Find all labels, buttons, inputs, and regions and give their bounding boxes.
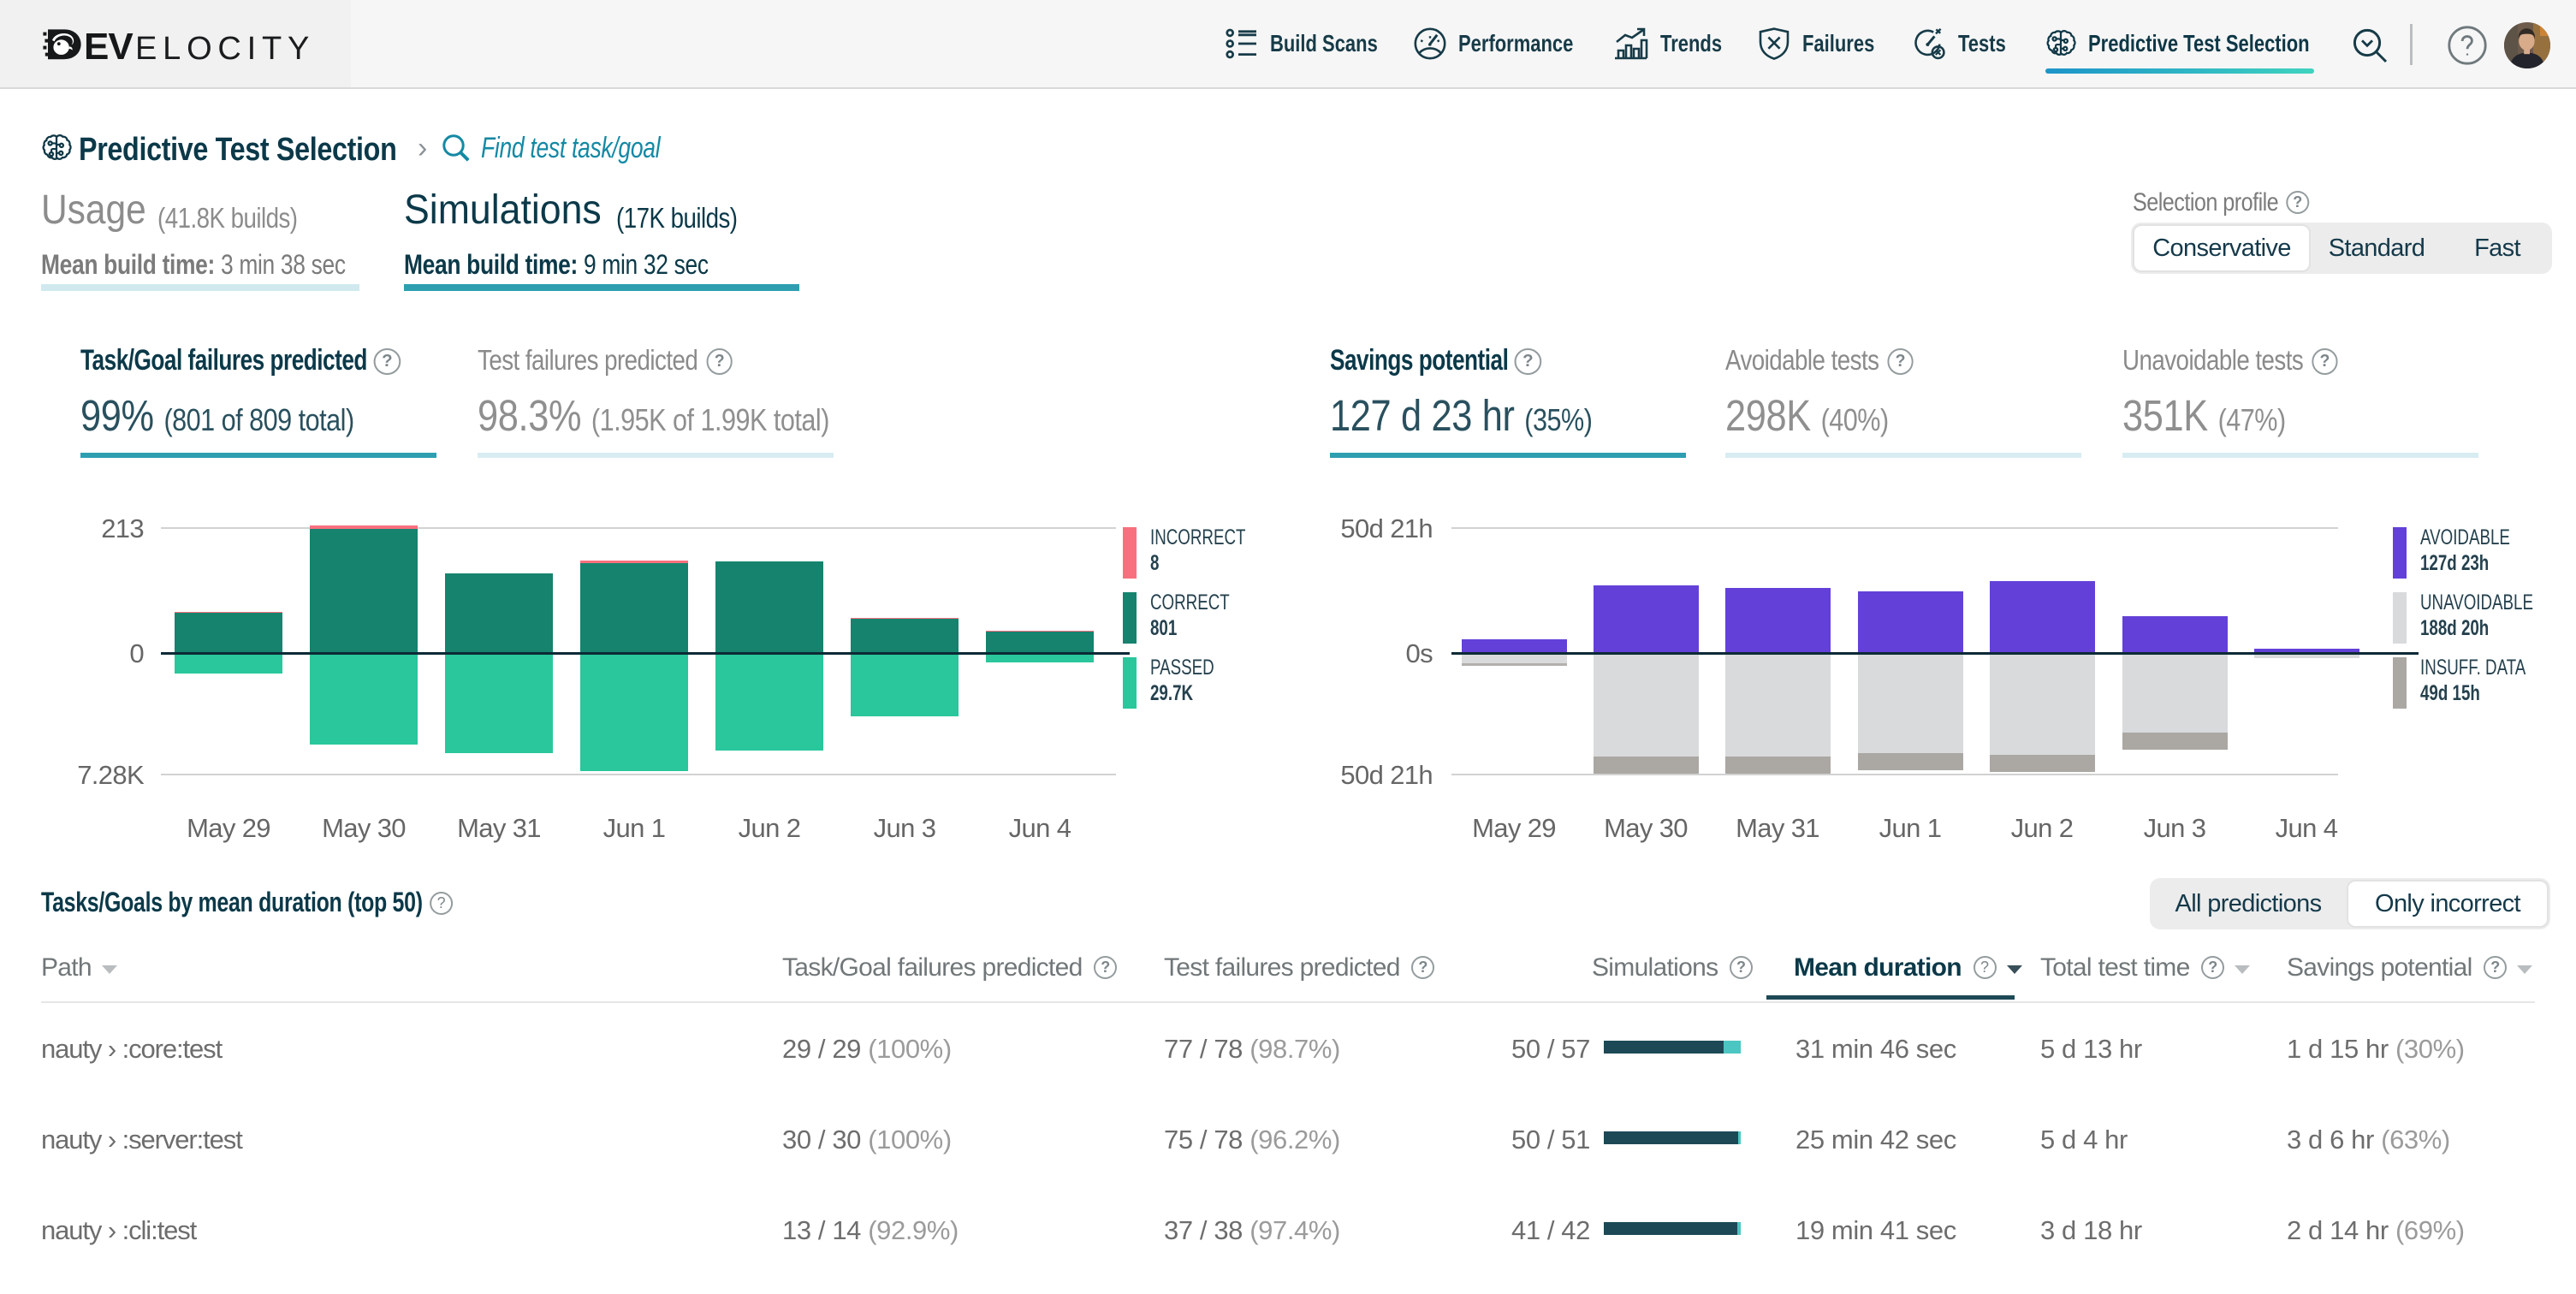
svg-text:EV: EV xyxy=(84,26,134,68)
svg-text:ELOCITY: ELOCITY xyxy=(135,31,315,67)
